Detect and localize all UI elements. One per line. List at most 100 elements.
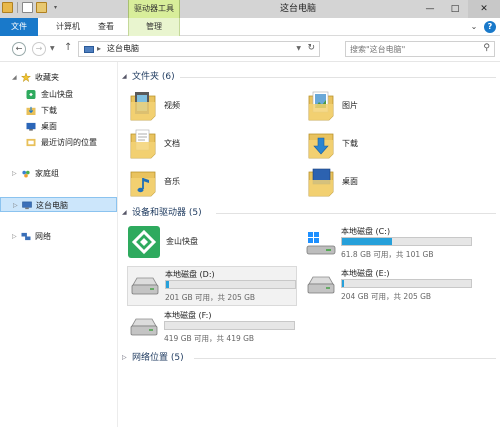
desktop-icon <box>26 122 36 131</box>
folder-label: 视频 <box>164 101 180 110</box>
nav-item-kuaipan[interactable]: 金山快盘 <box>0 87 117 102</box>
folder-item[interactable]: 桌面 <box>308 166 468 202</box>
drive-usage-fill <box>342 238 393 245</box>
drive-free-space: 204 GB 可用，共 205 GB <box>341 292 432 301</box>
drive-free-space: 419 GB 可用，共 419 GB <box>164 334 255 343</box>
nav-item-label: 网络 <box>35 232 51 241</box>
back-button[interactable]: ← <box>12 42 26 56</box>
nav-item-label: 家庭组 <box>35 169 59 178</box>
refresh-icon[interactable]: ↻ <box>307 43 315 53</box>
nav-item-network[interactable]: ▷ 网络 <box>0 229 117 244</box>
help-icon[interactable]: ? <box>484 21 496 33</box>
properties-icon[interactable] <box>22 2 33 13</box>
nav-item-homegroup[interactable]: ▷ 家庭组 <box>0 166 117 181</box>
network-icon <box>21 232 31 241</box>
expand-ribbon-icon[interactable]: ⌄ <box>468 21 480 33</box>
folder-item[interactable]: 图片 <box>308 90 468 126</box>
nav-item-desktop[interactable]: 桌面 <box>0 119 117 134</box>
quick-access-toolbar: ▾ <box>2 2 61 13</box>
folder-item[interactable]: 音乐 <box>130 166 290 202</box>
breadcrumb-separator[interactable]: ▸ <box>97 44 101 53</box>
customize-qat-icon[interactable]: ▾ <box>50 2 61 13</box>
nav-item-label: 下载 <box>41 106 57 115</box>
nav-item-favorites[interactable]: ◢ 收藏夹 <box>0 70 117 85</box>
search-icon[interactable]: ⚲ <box>483 43 490 53</box>
recent-locations-dropdown[interactable]: ▼ <box>50 45 55 52</box>
collapse-arrow-icon[interactable]: ◢ <box>122 206 127 220</box>
search-box[interactable]: ⚲ <box>345 41 495 57</box>
folder-item[interactable]: 视频 <box>130 90 290 126</box>
nav-item-this-pc[interactable]: ▷ 这台电脑 <box>0 197 117 212</box>
nav-item-label: 这台电脑 <box>36 201 68 210</box>
drive-label: 金山快盘 <box>166 237 198 246</box>
star-icon <box>21 73 31 82</box>
group-divider <box>194 358 496 359</box>
group-divider <box>216 213 496 214</box>
minimize-button[interactable]: — <box>418 0 442 18</box>
drive-usage-bar <box>341 237 472 246</box>
content-area: ◢ 文件夹 (6) 视频 图片 文档 下载 音乐 桌面 ◢ 设备和驱动器 (5)… <box>118 62 500 443</box>
nav-item-downloads[interactable]: 下载 <box>0 103 117 118</box>
group-title: 文件夹 (6) <box>132 72 175 82</box>
tab-manage[interactable]: 管理 <box>128 18 180 36</box>
navigation-bar: ← → ▼ ↑ ▸ 这台电脑 ▼ ↻ ⚲ <box>0 36 500 62</box>
forward-button[interactable]: → <box>32 42 46 56</box>
maximize-button[interactable]: □ <box>443 0 467 18</box>
ribbon-tabs: 文件 计算机 查看 管理 ⌄ ? <box>0 18 500 36</box>
group-header-folders[interactable]: ◢ 文件夹 (6) <box>118 70 500 84</box>
close-button[interactable]: ✕ <box>468 0 500 18</box>
folder-icon <box>2 2 13 13</box>
hard-drive-icon <box>130 318 158 336</box>
download-folder-icon <box>26 106 36 115</box>
group-title: 设备和驱动器 (5) <box>132 208 202 218</box>
drive-free-space: 201 GB 可用，共 205 GB <box>165 293 256 302</box>
address-bar[interactable]: ▸ 这台电脑 ▼ ↻ <box>78 41 320 57</box>
breadcrumb[interactable]: 这台电脑 <box>107 42 139 56</box>
new-folder-icon[interactable] <box>36 2 47 13</box>
kuaipan-icon <box>26 90 36 99</box>
folder-label: 音乐 <box>164 177 180 186</box>
collapse-arrow-icon[interactable]: ◢ <box>12 70 17 85</box>
status-bar <box>0 427 500 443</box>
title-bar: ▾ 驱动器工具 这台电脑 — □ ✕ <box>0 0 500 18</box>
group-header-devices[interactable]: ◢ 设备和驱动器 (5) <box>118 206 500 220</box>
tab-view[interactable]: 查看 <box>92 18 120 36</box>
kuaipan-drive[interactable]: 金山快盘 <box>118 224 288 260</box>
tab-computer[interactable]: 计算机 <box>52 18 84 36</box>
folder-label: 桌面 <box>342 177 358 186</box>
nav-item-label: 收藏夹 <box>35 73 59 82</box>
drive-item-e[interactable]: 本地磁盘 (E:) 204 GB 可用，共 205 GB <box>304 266 474 306</box>
computer-icon <box>22 201 32 210</box>
expand-arrow-icon[interactable]: ▷ <box>122 351 127 365</box>
qat-separator <box>17 2 18 13</box>
downloads-folder-icon <box>308 133 334 159</box>
collapse-arrow-icon[interactable]: ◢ <box>122 70 127 84</box>
group-title: 网络位置 (5) <box>132 353 184 363</box>
expand-arrow-icon[interactable]: ▷ <box>12 166 17 181</box>
window-title: 这台电脑 <box>280 4 317 14</box>
drive-usage-fill <box>342 280 344 287</box>
expand-arrow-icon[interactable]: ▷ <box>12 229 17 244</box>
address-history-dropdown[interactable]: ▼ <box>296 45 301 52</box>
drive-item-d[interactable]: 本地磁盘 (D:) 201 GB 可用，共 205 GB <box>127 266 297 306</box>
folder-item[interactable]: 下载 <box>308 128 468 164</box>
nav-item-label: 最近访问的位置 <box>41 138 97 147</box>
expand-arrow-icon[interactable]: ▷ <box>13 198 18 213</box>
drive-item-c[interactable]: 本地磁盘 (C:) 61.8 GB 可用，共 101 GB <box>304 224 474 264</box>
nav-item-label: 桌面 <box>41 122 57 131</box>
group-header-network-locations[interactable]: ▷ 网络位置 (5) <box>118 351 500 365</box>
nav-item-recent-places[interactable]: 最近访问的位置 <box>0 135 117 150</box>
drive-name: 本地磁盘 (C:) <box>341 227 391 236</box>
drive-item-f[interactable]: 本地磁盘 (F:) 419 GB 可用，共 419 GB <box>127 308 297 348</box>
up-button[interactable]: ↑ <box>64 42 72 53</box>
folder-item[interactable]: 文档 <box>130 128 290 164</box>
folder-label: 下载 <box>342 139 358 148</box>
computer-icon <box>84 46 94 53</box>
search-input[interactable] <box>350 43 475 55</box>
drive-usage-bar <box>341 279 472 288</box>
nav-item-label: 金山快盘 <box>41 90 73 99</box>
tab-file[interactable]: 文件 <box>0 18 38 36</box>
navigation-pane: ◢ 收藏夹 金山快盘 下载 桌面 最近访问的位置 ▷ 家庭组 ▷ 这台电脑 ▷ … <box>0 62 118 443</box>
videos-folder-icon <box>130 92 156 121</box>
drive-free-space: 61.8 GB 可用，共 101 GB <box>341 250 434 259</box>
